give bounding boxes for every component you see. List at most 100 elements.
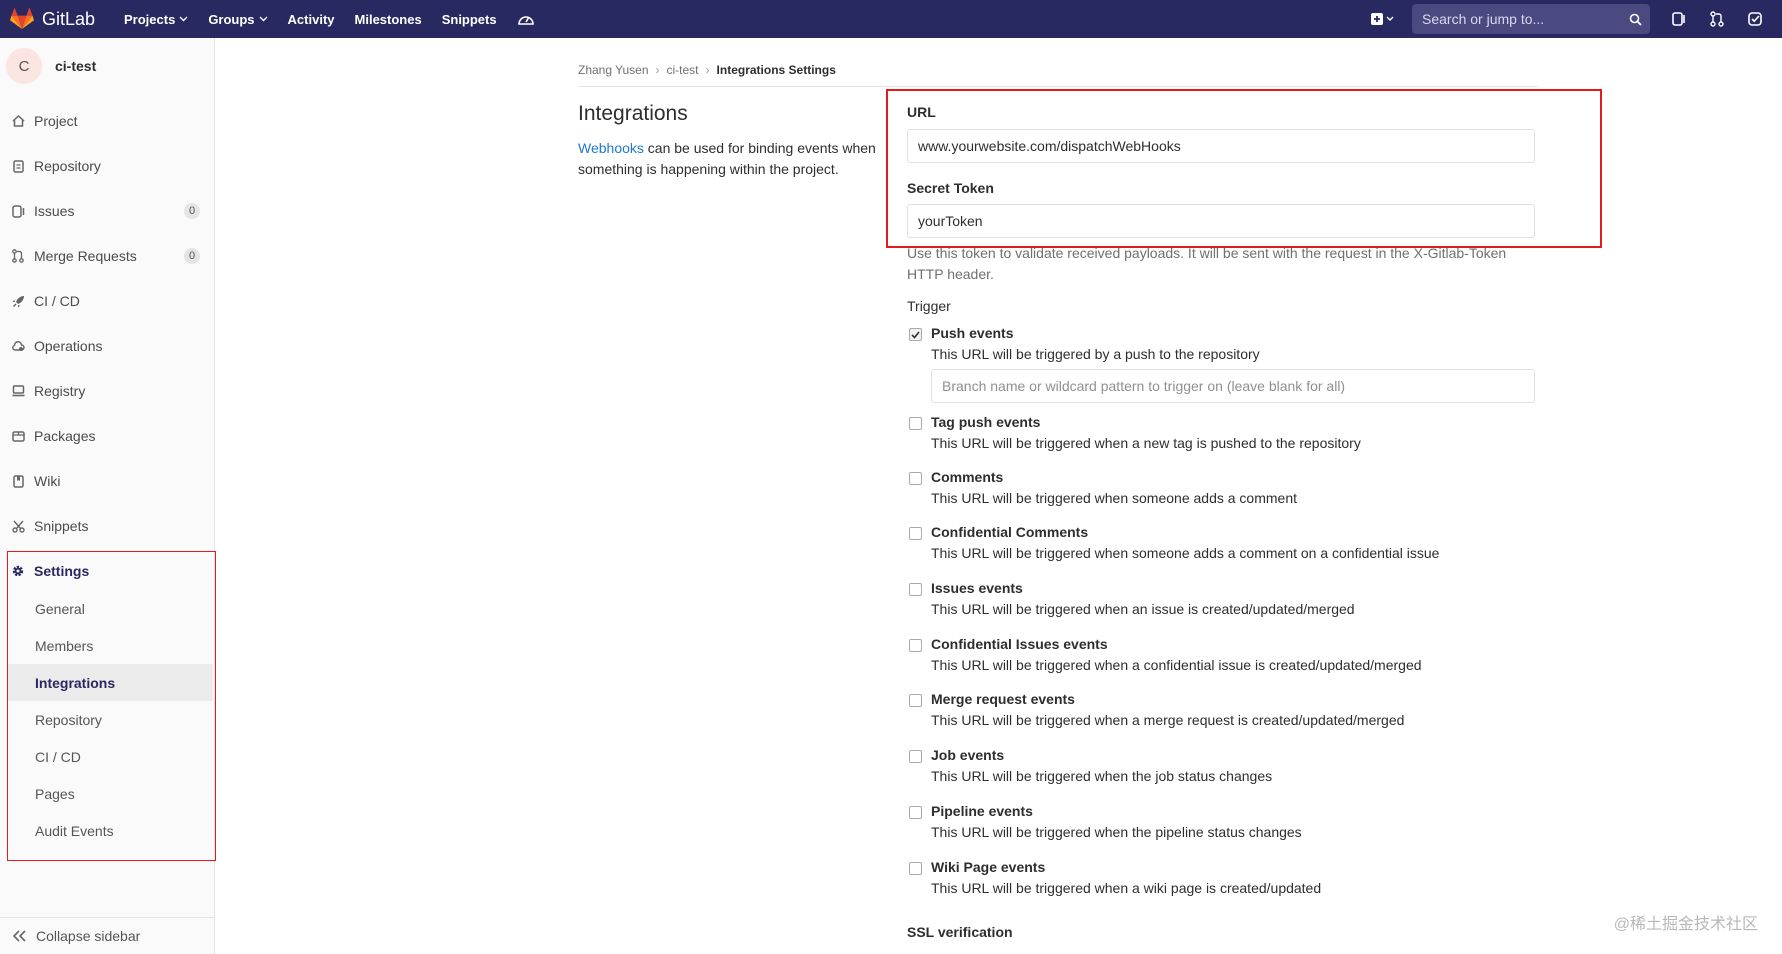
settings-item-repository[interactable]: Repository [8, 701, 213, 738]
sidebar-item-packages[interactable]: Packages [0, 421, 214, 451]
trigger-name: Issues events [931, 580, 1023, 596]
trigger-description: This URL will be triggered when an issue… [931, 601, 1355, 617]
sidebar-item-registry[interactable]: Registry [0, 376, 214, 406]
sidebar-item-label: Repository [34, 158, 101, 174]
issues-icon [1672, 12, 1685, 26]
section-description: Webhooks can be used for binding events … [578, 138, 880, 180]
job-events-checkbox[interactable] [909, 750, 922, 763]
trigger-description: This URL will be triggered when a new ta… [931, 435, 1361, 451]
sidebar-item-label: Wiki [34, 473, 61, 489]
todo-check-icon [1748, 12, 1762, 26]
sidebar-item-label: CI / CD [34, 293, 80, 309]
sidebar-item-project[interactable]: Project [0, 106, 214, 136]
secret-token-help: Use this token to validate received payl… [907, 245, 1507, 282]
page-title: Integrations [578, 102, 688, 125]
confidential-comments-checkbox[interactable] [909, 527, 922, 540]
search-box[interactable] [1412, 4, 1650, 34]
trigger-description: This URL will be triggered when a confid… [931, 657, 1422, 673]
checkmark-icon [911, 330, 920, 339]
settings-item-members[interactable]: Members [8, 627, 213, 664]
webhooks-link[interactable]: Webhooks [578, 140, 644, 156]
branch-filter-input[interactable] [931, 369, 1535, 403]
nav-snippets[interactable]: Snippets [442, 12, 497, 27]
comments-checkbox[interactable] [909, 472, 922, 485]
sidebar-item-label: Registry [34, 383, 86, 399]
gear-icon [11, 564, 25, 578]
merge-icon [11, 249, 25, 263]
issues-events-checkbox[interactable] [909, 583, 922, 596]
search-input[interactable] [1420, 10, 1629, 28]
project-header[interactable]: C ci-test [0, 38, 214, 94]
breadcrumb-current[interactable]: Integrations Settings [717, 63, 836, 77]
gitlab-logo-icon [10, 8, 34, 29]
collapse-sidebar-button[interactable]: Collapse sidebar [0, 917, 214, 954]
gitlab-home-link[interactable]: GitLab [10, 0, 95, 38]
settings-item-pages[interactable]: Pages [8, 775, 213, 812]
nav-performance[interactable] [517, 11, 535, 27]
trigger-name: Comments [931, 469, 1004, 485]
sidebar-item-snippets[interactable]: Snippets [0, 511, 214, 541]
sidebar-item-merge-requests[interactable]: Merge Requests 0 [0, 241, 214, 271]
nav-milestones[interactable]: Milestones [355, 12, 422, 27]
settings-item-ci-cd[interactable]: CI / CD [8, 738, 213, 775]
sidebar-item-label: Issues [34, 203, 75, 219]
sidebar-item-repository[interactable]: Repository [0, 151, 214, 181]
issues-nav-button[interactable] [1668, 8, 1690, 30]
merge-request-events-checkbox[interactable] [909, 694, 922, 707]
sidebar-item-wiki[interactable]: Wiki [0, 466, 214, 496]
nav-projects[interactable]: Projects [124, 12, 188, 27]
trigger-name: Tag push events [931, 414, 1041, 430]
todos-nav-button[interactable] [1744, 8, 1766, 30]
merge-requests-nav-button[interactable] [1706, 8, 1728, 30]
settings-item-label: Audit Events [35, 822, 114, 839]
sidebar-item-label: Packages [34, 428, 96, 444]
breadcrumb-project[interactable]: ci-test [667, 63, 699, 77]
trigger-name: Wiki Page events [931, 859, 1046, 875]
nav-groups-label: Groups [208, 11, 255, 27]
push-events-checkbox[interactable] [909, 328, 922, 341]
trigger-name: Merge request events [931, 691, 1075, 707]
sidebar-item-ci-cd[interactable]: CI / CD [0, 286, 214, 316]
secret-token-label: Secret Token [907, 180, 994, 196]
settings-item-label: Repository [35, 711, 102, 728]
tag-push-events-checkbox[interactable] [909, 417, 922, 430]
settings-item-integrations[interactable]: Integrations [8, 664, 213, 701]
trigger-name: Confidential Comments [931, 524, 1089, 540]
watermark: @稀土掘金技术社区 [1613, 916, 1758, 933]
book-icon [11, 474, 25, 488]
settings-item-label: Pages [35, 785, 75, 802]
wiki-page-events-checkbox[interactable] [909, 862, 922, 875]
breadcrumb-user[interactable]: Zhang Yusen [578, 63, 649, 77]
sidebar-item-settings[interactable]: Settings [0, 556, 214, 586]
nav-projects-label: Projects [124, 11, 176, 27]
new-item-dropdown[interactable] [1368, 8, 1398, 30]
settings-item-label: General [35, 600, 85, 617]
breadcrumb-separator: › [655, 63, 660, 77]
trigger-description: This URL will be triggered by a push to … [931, 346, 1260, 362]
sidebar-item-operations[interactable]: Operations [0, 331, 214, 361]
nav-groups[interactable]: Groups [208, 11, 268, 27]
dashboard-gauge-icon [517, 16, 534, 25]
chevron-down-icon [259, 16, 268, 22]
trigger-label: Trigger [907, 298, 951, 314]
settings-item-general[interactable]: General [8, 590, 213, 627]
chevron-down-icon [179, 16, 188, 22]
merge-request-icon [1710, 11, 1724, 27]
settings-item-label: CI / CD [35, 748, 81, 765]
scissors-icon [11, 519, 25, 533]
trigger-description: This URL will be triggered when a merge … [931, 712, 1405, 728]
nav-links: Projects Groups Activity Milestones Snip… [124, 0, 555, 38]
url-input[interactable] [907, 129, 1535, 163]
pipeline-events-checkbox[interactable] [909, 806, 922, 819]
secret-token-input[interactable] [907, 204, 1535, 238]
sidebar-item-issues[interactable]: Issues 0 [0, 196, 214, 226]
confidential-issues-events-checkbox[interactable] [909, 639, 922, 652]
nav-activity[interactable]: Activity [288, 12, 335, 27]
settings-item-audit-events[interactable]: Audit Events [8, 812, 213, 849]
registry-icon [11, 384, 25, 398]
trigger-description: This URL will be triggered when the pipe… [931, 824, 1302, 840]
trigger-description: This URL will be triggered when the job … [931, 768, 1273, 784]
trigger-description: This URL will be triggered when someone … [931, 545, 1440, 561]
breadcrumb: Zhang Yusen › ci-test › Integrations Set… [578, 54, 1538, 87]
trigger-name: Job events [931, 747, 1005, 763]
